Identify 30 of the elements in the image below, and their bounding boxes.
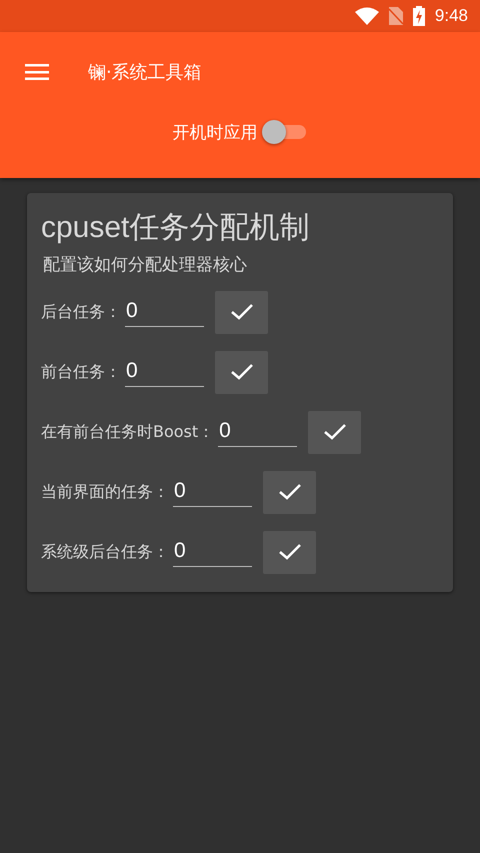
field-label: 前台任务： bbox=[41, 362, 121, 382]
input-field[interactable]: 0 bbox=[125, 357, 204, 387]
field-label: 当前界面的任务： bbox=[41, 482, 169, 502]
boot-toggle[interactable] bbox=[262, 118, 308, 146]
switch-label: 开机时应用 bbox=[172, 122, 258, 144]
apply-button[interactable] bbox=[263, 530, 316, 574]
app-title: 镧·系统工具箱 bbox=[88, 61, 202, 84]
apply-button[interactable] bbox=[215, 350, 268, 394]
field-label: 后台任务： bbox=[41, 302, 121, 322]
checkmark-icon bbox=[230, 304, 252, 320]
checkmark-icon bbox=[278, 484, 300, 500]
checkmark-icon bbox=[278, 544, 300, 560]
field-label: 系统级后台任务： bbox=[41, 542, 169, 562]
apply-button[interactable] bbox=[215, 290, 268, 334]
apply-button[interactable] bbox=[308, 410, 362, 454]
field-label: 在有前台任务时Boost： bbox=[41, 422, 214, 442]
card-title: cpuset任务分配机制 bbox=[41, 210, 310, 246]
wifi-icon bbox=[354, 7, 379, 25]
battery-charging-icon bbox=[412, 6, 425, 26]
card-subtitle: 配置该如何分配处理器核心 bbox=[43, 254, 248, 276]
apply-button[interactable] bbox=[263, 470, 316, 514]
input-field[interactable]: 0 bbox=[125, 297, 204, 327]
menu-icon[interactable] bbox=[25, 64, 49, 80]
input-field[interactable]: 0 bbox=[173, 537, 252, 567]
clock-time: 9:48 bbox=[434, 6, 468, 26]
no-sim-icon bbox=[388, 7, 403, 25]
checkmark-icon bbox=[324, 424, 346, 440]
input-field[interactable]: 0 bbox=[173, 477, 252, 507]
input-field[interactable]: 0 bbox=[218, 417, 298, 447]
checkmark-icon bbox=[230, 364, 252, 380]
